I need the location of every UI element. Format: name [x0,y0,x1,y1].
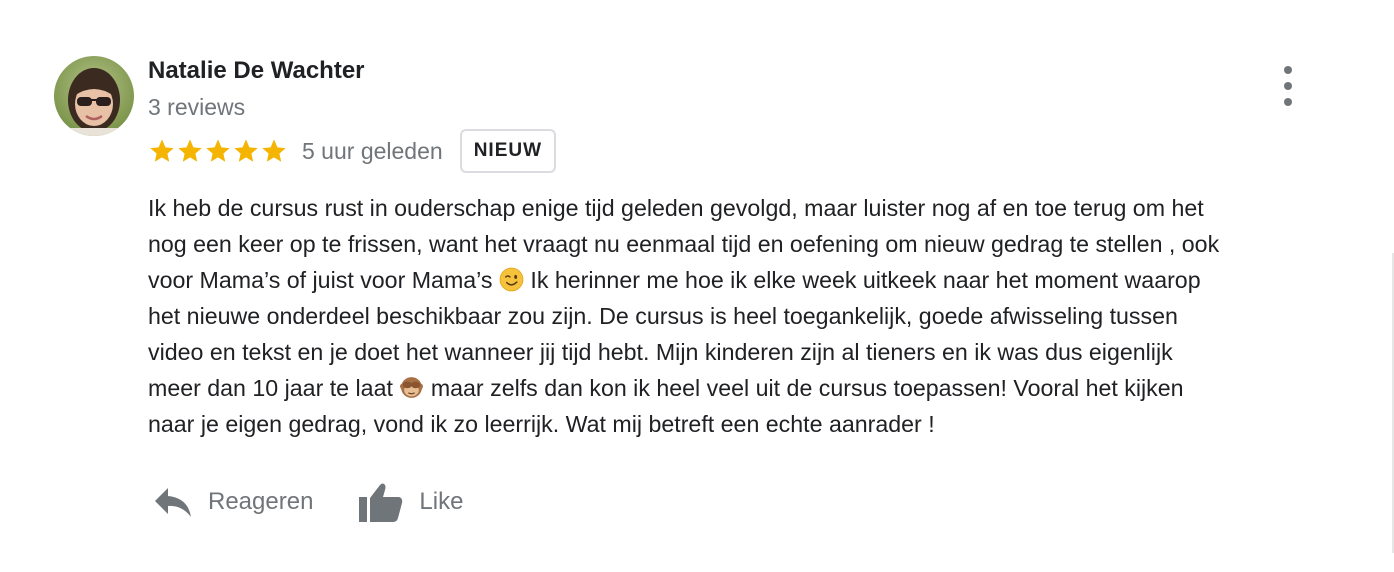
reply-label: Reageren [208,488,314,515]
review-text-line: video en tekst en je doet het wanneer ji… [148,339,1173,365]
review-text-line: voor Mama’s of juist voor Mama’s Ik heri… [148,262,1344,298]
more-options-button[interactable] [1276,66,1300,106]
review-text-segment: maar zelfs dan kon ik heel veel uit de c… [430,375,1184,401]
author-name[interactable]: Natalie De Wachter [148,56,1344,86]
review-content: Natalie De Wachter 3 reviews 5 uur geled… [148,56,1344,526]
avatar[interactable] [54,56,134,136]
winking-face-emoji-icon [499,267,524,292]
review-meta: 5 uur geleden NIEUW [148,129,1344,173]
review-text-segment: meer dan 10 jaar te laat [148,375,393,401]
avatar-photo [54,56,134,136]
review-text-line: Ik heb de cursus rust in ouderschap enig… [148,195,1204,221]
star-icon [178,139,202,162]
see-no-evil-monkey-emoji-icon [400,377,424,398]
review-text-segment: voor Mama’s of juist voor Mama’s [148,267,493,293]
review-actions: Reageren Like [154,478,1344,526]
star-icon [262,139,286,162]
reply-button[interactable]: Reageren [154,486,313,518]
star-icon [150,139,174,162]
star-icon [206,139,230,162]
more-options-icon [1284,98,1292,106]
review-text-segment: Ik herinner me hoe ik elke week uitkeek … [523,267,1201,293]
review-page: Natalie De Wachter 3 reviews 5 uur geled… [0,0,1394,572]
review-text-line: naar je eigen gedrag, vond ik zo leerrij… [148,411,935,437]
reply-icon [155,488,191,517]
thumbs-up-icon [359,483,403,522]
review-time: 5 uur geleden [302,137,443,164]
like-label: Like [419,488,464,515]
more-options-icon [1284,66,1292,74]
star-rating [148,137,288,165]
like-button[interactable]: Like [359,482,463,522]
review-text: Ik heb de cursus rust in ouderschap enig… [148,190,1344,442]
author-review-count[interactable]: 3 reviews [148,92,1344,122]
new-badge: NIEUW [459,129,557,173]
review-text-line: het nieuwe onderdeel beschikbaar zou zij… [148,303,1178,329]
more-options-icon [1284,82,1292,90]
star-icon [234,139,258,162]
review-text-line: nog een keer op te frissen, want het vra… [148,231,1220,257]
review-text-line: meer dan 10 jaar te laat maar zelfs dan … [148,370,1344,406]
